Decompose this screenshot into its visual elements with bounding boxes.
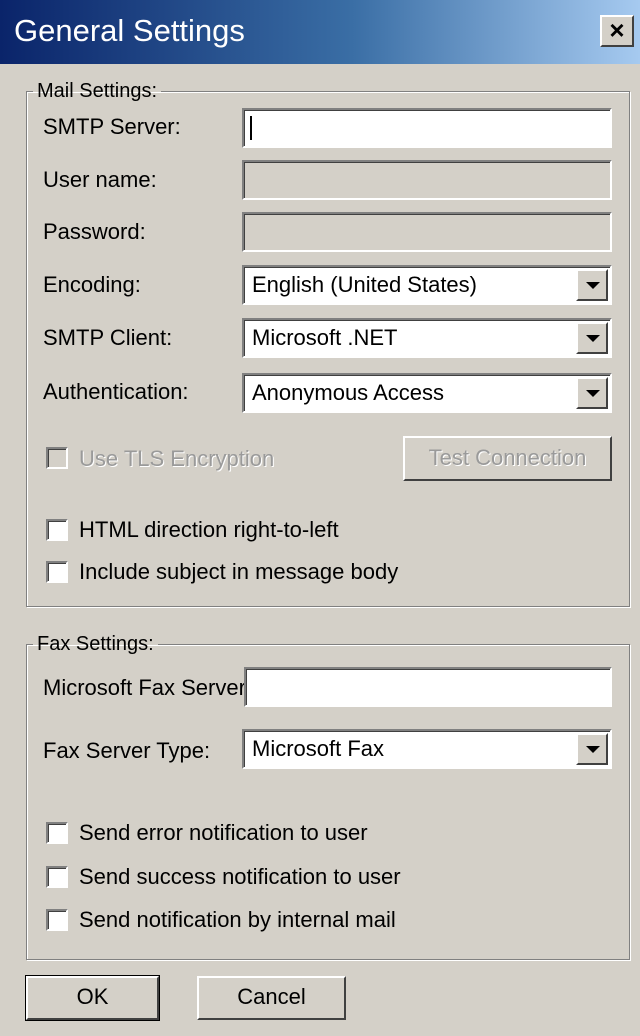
fax-server-type-value: Microsoft Fax [252, 736, 385, 761]
encoding-select[interactable]: English (United States) [242, 265, 612, 305]
chevron-down-icon[interactable] [576, 733, 608, 765]
dialog-title: General Settings [14, 13, 245, 48]
send-error-checkbox[interactable] [46, 822, 68, 844]
chevron-down-icon[interactable] [576, 269, 608, 301]
send-success-label: Send success notification to user [79, 864, 401, 889]
smtp-server-field[interactable] [242, 108, 612, 148]
test-connection-label: Test Connection [428, 445, 587, 470]
chevron-down-icon[interactable] [576, 377, 608, 409]
general-settings-dialog: General Settings × Mail Settings: SMTP S… [0, 0, 640, 1036]
cancel-label: Cancel [237, 984, 306, 1009]
include-subject-checkbox[interactable] [46, 561, 68, 583]
send-internal-label: Send notification by internal mail [79, 907, 396, 932]
fax-server-input[interactable] [250, 673, 606, 701]
mail-settings-legend: Mail Settings: [37, 80, 158, 102]
password-label: Password: [43, 219, 146, 244]
test-connection-button[interactable]: Test Connection [403, 436, 612, 481]
send-error-label: Send error notification to user [79, 820, 368, 845]
smtp-server-label: SMTP Server: [43, 114, 181, 139]
authentication-label: Authentication: [43, 379, 189, 404]
user-name-label: User name: [43, 167, 157, 192]
fax-settings-legend: Fax Settings: [37, 633, 154, 655]
ok-label: OK [76, 984, 109, 1009]
fax-server-type-select[interactable]: Microsoft Fax [242, 729, 612, 769]
smtp-client-label: SMTP Client: [43, 325, 173, 350]
authentication-value: Anonymous Access [252, 380, 444, 405]
send-success-checkbox[interactable] [46, 866, 68, 888]
ok-button[interactable]: OK [25, 975, 160, 1021]
include-subject-label: Include subject in message body [79, 559, 399, 584]
smtp-client-value: Microsoft .NET [252, 325, 398, 350]
authentication-select[interactable]: Anonymous Access [242, 373, 612, 413]
fax-server-label: Microsoft Fax Server: [43, 675, 253, 700]
close-icon: × [609, 15, 625, 45]
password-field[interactable] [242, 212, 612, 252]
title-bar[interactable]: General Settings × [0, 0, 640, 64]
smtp-client-select[interactable]: Microsoft .NET [242, 318, 612, 358]
close-button[interactable]: × [600, 15, 634, 47]
user-name-field[interactable] [242, 160, 612, 200]
encoding-value: English (United States) [252, 272, 477, 297]
html-rtl-checkbox[interactable] [46, 519, 68, 541]
encoding-label: Encoding: [43, 272, 141, 297]
html-rtl-label: HTML direction right-to-left [79, 517, 339, 542]
chevron-down-icon[interactable] [576, 322, 608, 354]
send-internal-checkbox[interactable] [46, 909, 68, 931]
smtp-server-input[interactable] [248, 114, 606, 142]
fax-server-field[interactable] [244, 667, 612, 707]
use-tls-label: Use TLS Encryption [79, 446, 275, 471]
cancel-button[interactable]: Cancel [197, 976, 346, 1020]
use-tls-checkbox[interactable] [46, 447, 68, 469]
fax-server-type-label: Fax Server Type: [43, 738, 211, 763]
